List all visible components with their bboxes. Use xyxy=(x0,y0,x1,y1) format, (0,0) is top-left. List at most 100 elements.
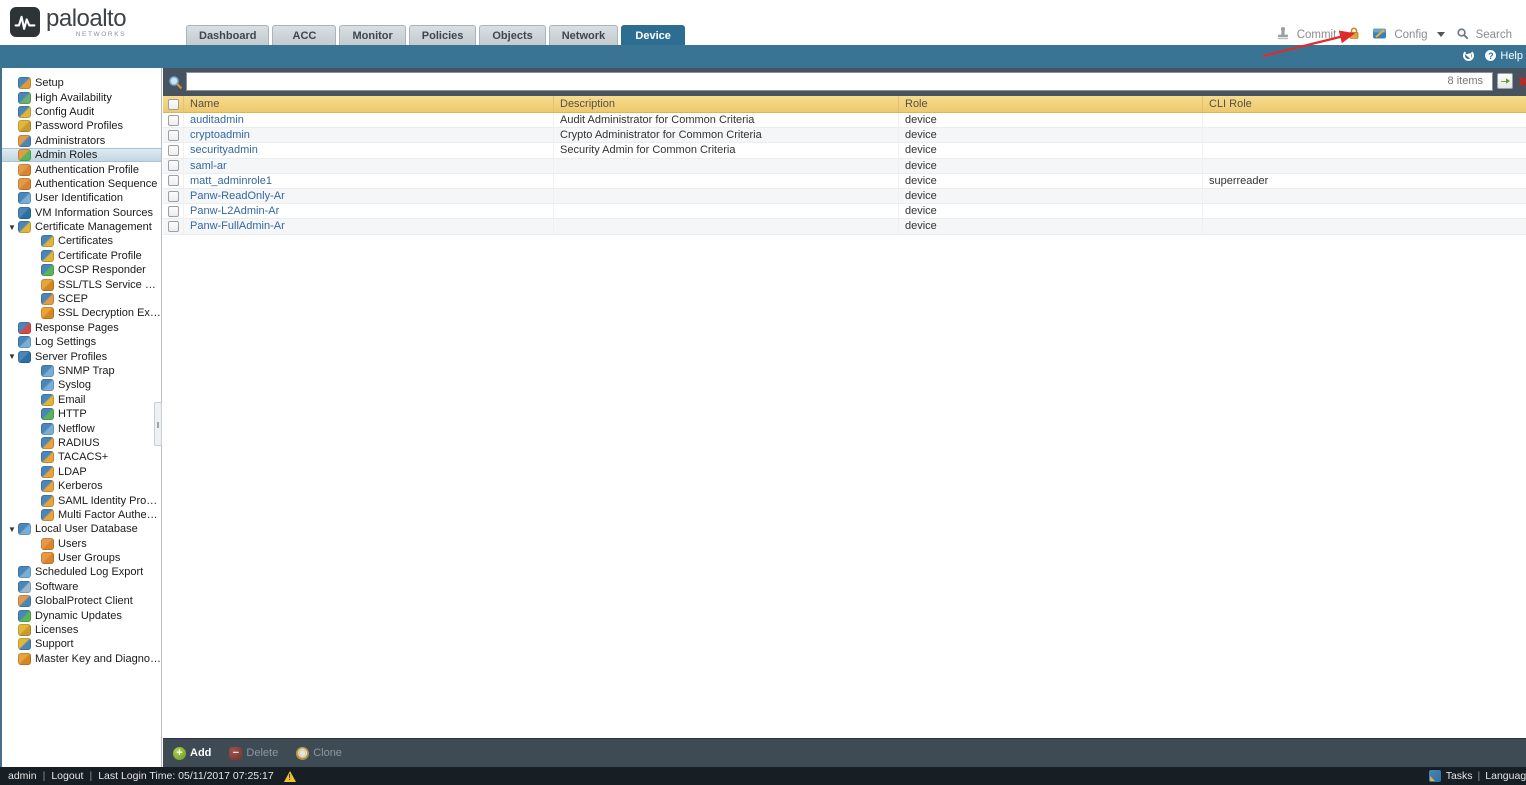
sidebar-item-authentication-profile[interactable]: Authentication Profile xyxy=(2,162,161,176)
sidebar-item-syslog[interactable]: Syslog xyxy=(2,378,161,392)
apply-filter-arrow-icon[interactable] xyxy=(1497,73,1513,89)
sidebar-item-software[interactable]: Software xyxy=(2,580,161,594)
sidebar-item-administrators[interactable]: Administrators xyxy=(2,134,161,148)
sidebar-item-netflow[interactable]: Netflow xyxy=(2,421,161,435)
filter-input[interactable] xyxy=(186,72,1493,91)
cell-name[interactable]: securityadmin xyxy=(183,143,553,158)
cell-name[interactable]: Panw-ReadOnly-Ar xyxy=(183,188,553,204)
tree-expander-icon[interactable]: ▼ xyxy=(6,525,18,534)
cell-role: device xyxy=(898,158,1202,173)
sidebar-item-users[interactable]: Users xyxy=(2,537,161,551)
table-row-saml-ar[interactable]: saml-ar device xyxy=(163,158,1526,174)
sidebar-item-local-user-database[interactable]: ▼ Local User Database xyxy=(2,522,161,536)
cell-name[interactable]: saml-ar xyxy=(183,158,553,173)
sidebar-item-scep[interactable]: SCEP xyxy=(2,292,161,306)
row-checkbox[interactable] xyxy=(163,128,183,142)
delete-button[interactable]: − Delete xyxy=(229,746,278,760)
logout-link[interactable]: Logout xyxy=(51,770,83,782)
table-row-panw-readonly-ar[interactable]: Panw-ReadOnly-Ar device xyxy=(163,188,1526,205)
sidebar-item-http[interactable]: HTTP xyxy=(2,407,161,421)
sidebar-item-vm-information-sources[interactable]: VM Information Sources xyxy=(2,206,161,220)
sidebar-item-ssl-decryption-exclusion[interactable]: SSL Decryption Exclusion xyxy=(2,306,161,320)
sidebar-item-certificates[interactable]: Certificates xyxy=(2,234,161,248)
tree-expander-icon[interactable]: ▼ xyxy=(6,223,18,232)
sidebar-item-setup[interactable]: Setup xyxy=(2,76,161,90)
tab-acc[interactable]: ACC xyxy=(272,25,337,45)
clear-filter-x-icon[interactable] xyxy=(1515,73,1526,89)
tasks-button[interactable]: Tasks xyxy=(1446,770,1473,782)
sidebar-item-log-settings[interactable]: Log Settings xyxy=(2,335,161,349)
column-header-description[interactable]: Description xyxy=(553,96,898,112)
table-row-matt-adminrole1[interactable]: matt_adminrole1 device superreader xyxy=(163,173,1526,189)
row-checkbox[interactable] xyxy=(163,219,183,233)
sidebar-item-ocsp-responder[interactable]: OCSP Responder xyxy=(2,263,161,277)
sidebar-item-certificate-profile[interactable]: Certificate Profile xyxy=(2,249,161,263)
cell-name[interactable]: cryptoadmin xyxy=(183,128,553,143)
sidebar-item-kerberos[interactable]: Kerberos xyxy=(2,479,161,493)
table-row-auditadmin[interactable]: auditadmin Audit Administrator for Commo… xyxy=(163,113,1526,129)
sidebar-item-email[interactable]: Email xyxy=(2,393,161,407)
sidebar-item-saml-identity-provider[interactable]: SAML Identity Provider xyxy=(2,493,161,507)
tree-expander-icon[interactable]: ▼ xyxy=(6,352,18,361)
sidebar-item-authentication-sequence[interactable]: Authentication Sequence xyxy=(2,177,161,191)
tab-monitor[interactable]: Monitor xyxy=(339,25,406,45)
sidebar-item-admin-roles[interactable]: Admin Roles xyxy=(2,147,161,163)
table-row-panw-fulladmin-ar[interactable]: Panw-FullAdmin-Ar device xyxy=(163,219,1526,235)
sidebar-item-radius[interactable]: RADIUS xyxy=(2,436,161,450)
sidebar-item-user-identification[interactable]: User Identification xyxy=(2,191,161,205)
lock-icon[interactable] xyxy=(1347,26,1361,43)
sidebar-item-support[interactable]: Support xyxy=(2,637,161,651)
row-checkbox[interactable] xyxy=(163,189,183,203)
column-header-name[interactable]: Name xyxy=(183,96,553,112)
sidebar-item-high-availability[interactable]: High Availability xyxy=(2,90,161,104)
sidebar-item-globalprotect-client[interactable]: GlobalProtect Client xyxy=(2,594,161,608)
tab-device[interactable]: Device xyxy=(621,25,686,45)
sidebar-item-tacacs[interactable]: TACACS+ xyxy=(2,450,161,464)
commit-button[interactable]: Commit xyxy=(1297,29,1337,41)
table-row-panw-l2admin-ar[interactable]: Panw-L2Admin-Ar device xyxy=(163,204,1526,220)
tab-dashboard[interactable]: Dashboard xyxy=(186,25,270,45)
row-checkbox[interactable] xyxy=(163,204,183,218)
sidebar-splitter-handle[interactable] xyxy=(154,402,162,446)
sidebar-item-server-profiles[interactable]: ▼ Server Profiles xyxy=(2,349,161,363)
cell-name[interactable]: auditadmin xyxy=(183,113,553,128)
sidebar-item-response-pages[interactable]: Response Pages xyxy=(2,321,161,335)
help-button[interactable]: ? Help xyxy=(1484,49,1523,62)
sidebar-item-config-audit[interactable]: Config Audit xyxy=(2,105,161,119)
column-header-role[interactable]: Role xyxy=(898,96,1202,112)
row-checkbox[interactable] xyxy=(163,143,183,157)
refresh-icon[interactable] xyxy=(1463,50,1475,61)
column-header-cli-role[interactable]: CLI Role xyxy=(1202,96,1526,112)
warning-icon[interactable] xyxy=(283,770,296,782)
radius-icon xyxy=(41,436,54,449)
sidebar-item-dynamic-updates[interactable]: Dynamic Updates xyxy=(2,608,161,622)
table-row-securityadmin[interactable]: securityadmin Security Admin for Common … xyxy=(163,143,1526,159)
row-checkbox[interactable] xyxy=(163,159,183,173)
table-row-cryptoadmin[interactable]: cryptoadmin Crypto Administrator for Com… xyxy=(163,128,1526,144)
language-button[interactable]: Language xyxy=(1485,770,1526,782)
sidebar-item-multi-factor-authentication[interactable]: Multi Factor Authentication xyxy=(2,508,161,522)
sidebar-item-snmp-trap[interactable]: SNMP Trap xyxy=(2,364,161,378)
sidebar-item-user-groups[interactable]: User Groups xyxy=(2,551,161,565)
row-checkbox[interactable] xyxy=(163,174,183,188)
select-all-checkbox[interactable] xyxy=(163,96,183,112)
sidebar-item-scheduled-log-export[interactable]: Scheduled Log Export xyxy=(2,565,161,579)
sidebar-item-master-key-and-diagnostics[interactable]: Master Key and Diagnostics xyxy=(2,652,161,666)
cell-name[interactable]: matt_adminrole1 xyxy=(183,173,553,188)
search-button[interactable]: Search xyxy=(1476,29,1512,41)
add-button[interactable]: + Add xyxy=(173,746,211,760)
clone-button[interactable]: ◉ Clone xyxy=(296,746,342,760)
sidebar-item-password-profiles[interactable]: Password Profiles xyxy=(2,119,161,133)
sidebar-item-ldap[interactable]: LDAP xyxy=(2,465,161,479)
sidebar-item-ssl-tls-service-profile[interactable]: SSL/TLS Service Profile xyxy=(2,277,161,291)
cell-name[interactable]: Panw-L2Admin-Ar xyxy=(183,204,553,219)
cell-name[interactable]: Panw-FullAdmin-Ar xyxy=(183,219,553,234)
row-checkbox[interactable] xyxy=(163,113,183,127)
tab-objects[interactable]: Objects xyxy=(479,25,546,45)
tab-network[interactable]: Network xyxy=(548,25,619,45)
sidebar-item-certificate-management[interactable]: ▼ Certificate Management xyxy=(2,220,161,234)
caret-down-icon[interactable] xyxy=(1436,32,1445,37)
config-button[interactable]: Config xyxy=(1394,29,1427,41)
sidebar-item-licenses[interactable]: Licenses xyxy=(2,623,161,637)
tab-policies[interactable]: Policies xyxy=(408,25,477,45)
